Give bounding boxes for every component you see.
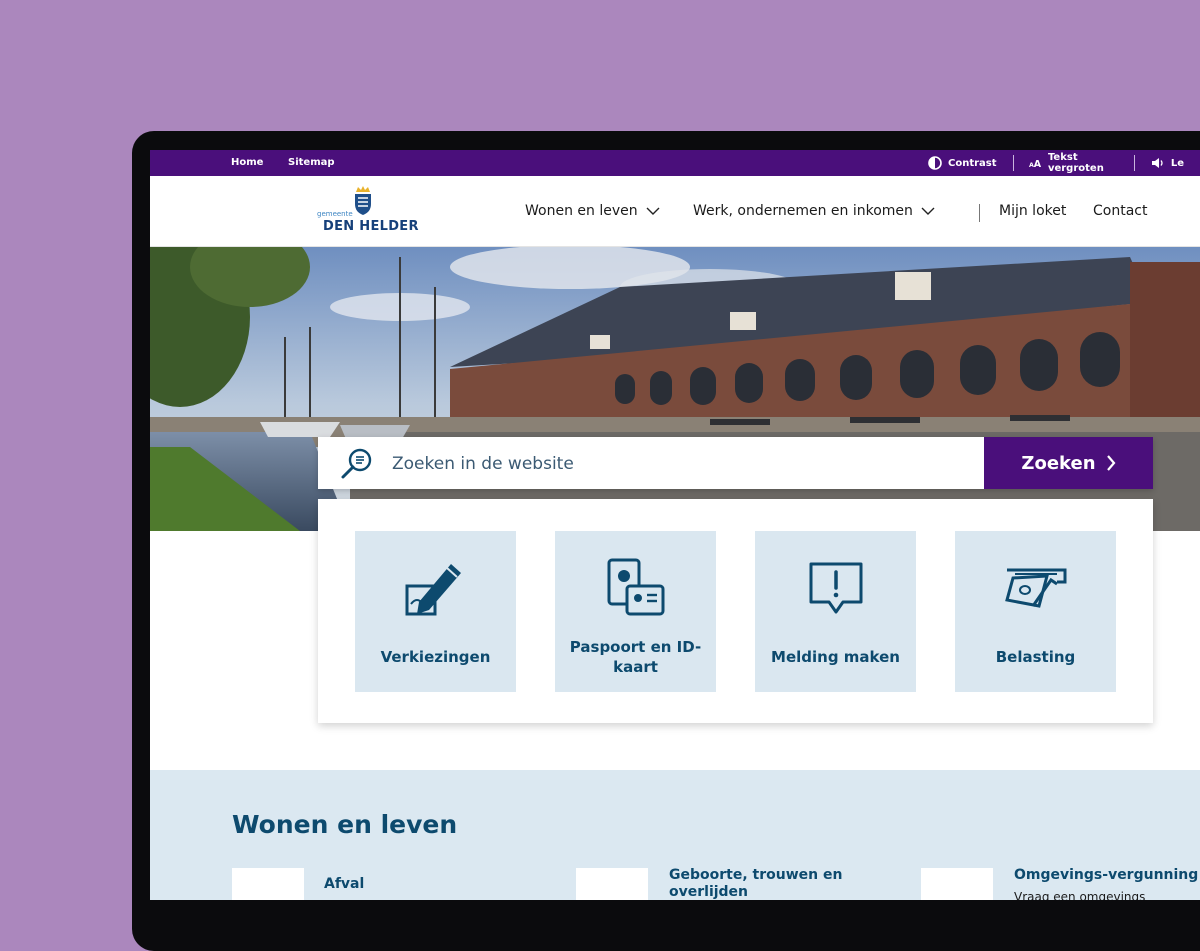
passport-id-icon (607, 558, 665, 616)
omgevingsvergunning-icon (921, 868, 993, 900)
nav-mijn-loket[interactable]: Mijn loket (999, 176, 1066, 246)
nav-label: Mijn loket (999, 203, 1067, 219)
contrast-icon (928, 156, 942, 170)
crest-icon (355, 186, 371, 215)
card-omgevingsvergunning[interactable]: Omgevings-vergunning (1014, 867, 1200, 884)
chevron-right-icon (1106, 455, 1116, 471)
text-enlarge-toggle[interactable]: A A Tekst vergroten (1029, 150, 1134, 176)
utility-bar: Home Sitemap Contrast A A Tekst vergrote… (150, 150, 1200, 176)
search-icon (341, 448, 372, 479)
tile-label: Melding maken (771, 648, 900, 666)
nav-label: Werk, ondernemen en inkomen (693, 203, 913, 219)
report-alert-icon (809, 562, 863, 614)
read-aloud-label: Le (1170, 157, 1184, 169)
nav-wonen-en-leven[interactable]: Wonen en leven (525, 176, 660, 246)
site-header: gemeente DEN HELDER Wonen en leven Werk,… (150, 176, 1200, 247)
logo[interactable]: gemeente DEN HELDER (313, 186, 419, 236)
search-button-label: Zoeken (1021, 452, 1096, 474)
read-aloud-toggle[interactable]: Le (1151, 150, 1200, 176)
sitemap-link[interactable]: Sitemap (288, 150, 335, 176)
home-link[interactable]: Home (231, 150, 263, 176)
tile-label: Belasting (995, 648, 1076, 666)
nav-werk-ondernemen-inkomen[interactable]: Werk, ondernemen en inkomen (693, 176, 935, 246)
tax-money-icon (1005, 568, 1067, 608)
logo-subtitle: gemeente (317, 210, 353, 218)
search-input[interactable] (390, 445, 974, 483)
tile-verkiezingen[interactable]: Verkiezingen (355, 531, 516, 692)
tile-label: Paspoort en ID-kaart (569, 638, 702, 676)
util-divider (1012, 155, 1014, 171)
tile-paspoort-id[interactable]: Paspoort en ID-kaart (555, 531, 716, 692)
util-divider (1134, 155, 1135, 171)
text-enlarge-label: Tekst vergroten (1047, 152, 1104, 174)
contrast-toggle[interactable]: Contrast (928, 150, 1013, 176)
search-bar: Zoeken (318, 437, 1153, 489)
chevron-down-icon (646, 207, 660, 215)
card-geboorte-trouwen-overlijden[interactable]: Geboorte, trouwen en overlijden (669, 867, 869, 900)
contrast-label: Contrast (948, 157, 997, 169)
card-omgevingsvergunning-desc: Vraag een omgevings (1014, 890, 1146, 900)
card-afval[interactable]: Afval (324, 876, 524, 893)
nav-label: Wonen en leven (525, 203, 638, 219)
tile-melding-maken[interactable]: Melding maken (755, 531, 916, 692)
tile-belasting[interactable]: Belasting (955, 531, 1116, 692)
section-title: Wonen en leven (232, 810, 458, 839)
nav-label: Contact (1093, 203, 1148, 219)
pencil-ballot-icon (405, 564, 461, 616)
svg-text:A: A (1034, 159, 1042, 170)
browser-screen: Home Sitemap Contrast A A Tekst vergrote… (150, 150, 1200, 900)
logo-title: DEN HELDER (323, 219, 419, 234)
chevron-down-icon (921, 207, 935, 215)
geboorte-icon (576, 868, 648, 900)
quick-tiles-card: Verkiezingen Paspoort en ID-kaart Meldin… (318, 499, 1153, 723)
nav-contact[interactable]: Contact (1093, 176, 1147, 246)
afval-icon (232, 868, 304, 900)
speaker-icon (1151, 158, 1163, 168)
nav-divider (979, 204, 980, 222)
tile-label: Verkiezingen (380, 648, 491, 666)
wonen-en-leven-section: Wonen en leven Afval Geboorte, trouwen e… (150, 770, 1200, 900)
text-size-icon: A A (1029, 159, 1042, 170)
search-button[interactable]: Zoeken (984, 437, 1153, 489)
